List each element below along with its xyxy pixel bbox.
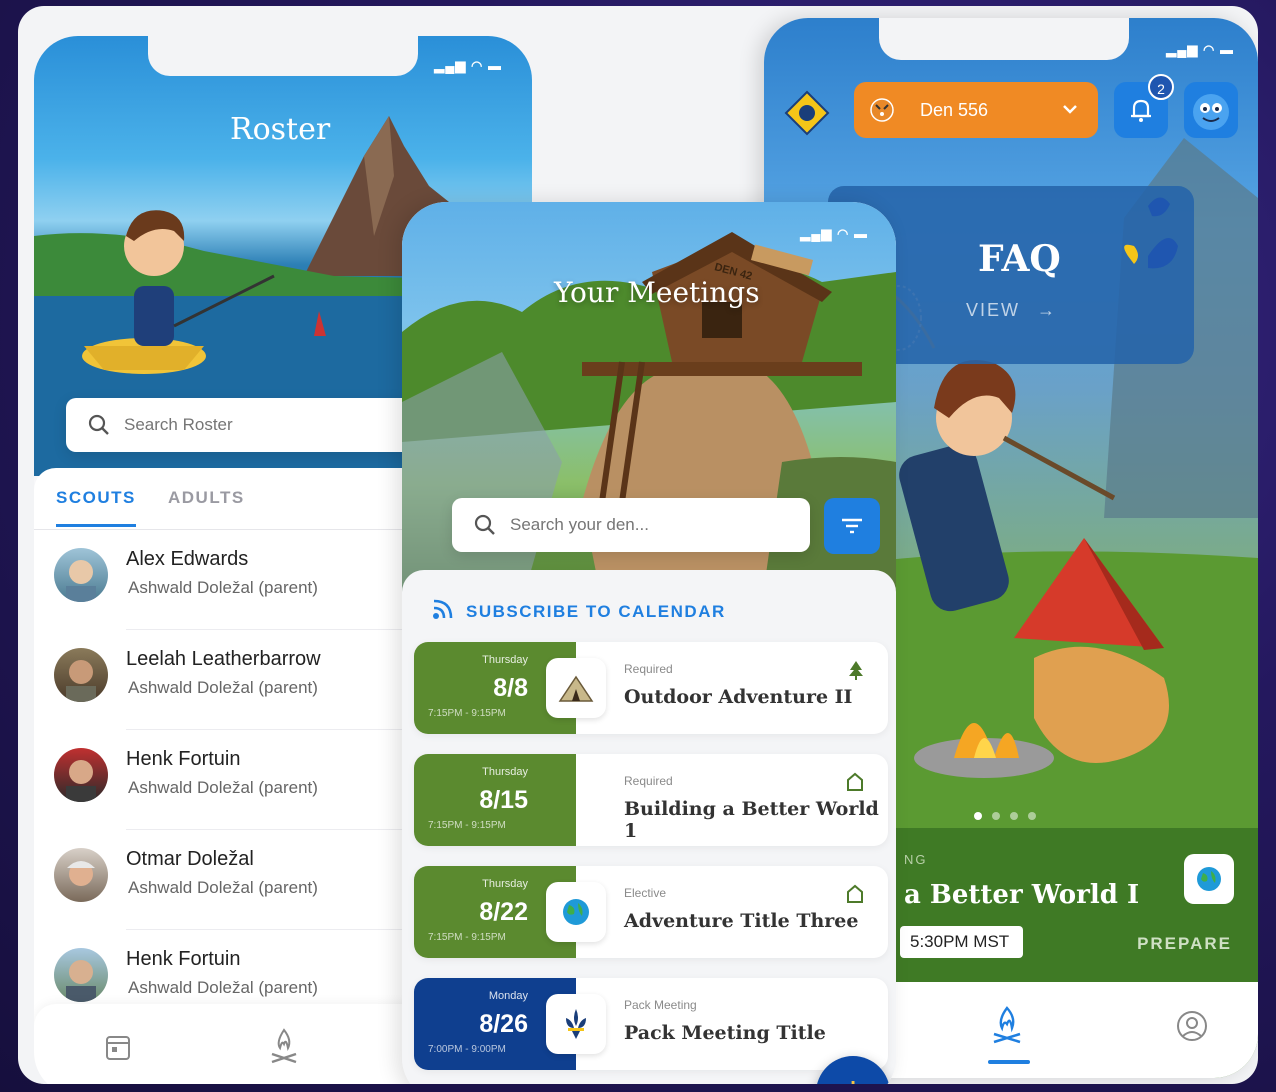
bottom-nav bbox=[864, 982, 1258, 1078]
meeting-weekday: Monday bbox=[488, 990, 528, 1002]
meeting-type: Elective bbox=[624, 886, 667, 900]
campfire-icon[interactable] bbox=[990, 1004, 1024, 1053]
page-title: Your Meetings bbox=[554, 276, 760, 309]
member-guardian: Ashwald Doležal (parent) bbox=[128, 678, 318, 697]
den-label: Den 556 bbox=[920, 99, 989, 120]
fleur-de-lis-icon bbox=[546, 994, 606, 1054]
meetings-search-bar[interactable] bbox=[452, 498, 810, 552]
meeting-date: 8/22 bbox=[479, 898, 528, 926]
meeting-time: 7:15PM - 9:15PM bbox=[428, 820, 506, 831]
meeting-type: Pack Meeting bbox=[624, 998, 697, 1012]
notification-count-badge: 2 bbox=[1148, 74, 1174, 100]
den-selector[interactable]: Den 556 bbox=[854, 82, 1098, 138]
home-outline-icon bbox=[846, 884, 864, 909]
meeting-weekday: Thursday bbox=[482, 878, 528, 890]
member-name: Alex Edwards bbox=[126, 548, 249, 570]
meeting-time: 7:15PM - 9:15PM bbox=[428, 932, 506, 943]
meeting-date: 8/15 bbox=[479, 786, 528, 814]
member-guardian: Ashwald Doležal (parent) bbox=[128, 778, 318, 797]
tree-icon bbox=[848, 660, 864, 685]
status-icons: ▂▄▆ ◠ ▬ bbox=[800, 226, 868, 241]
avatar bbox=[54, 848, 108, 902]
avatar bbox=[54, 648, 108, 702]
showcase-card: ▂▄▆ ◠ ▬ Roster SCOUTS ADULTS Alex Edward… bbox=[18, 6, 1258, 1084]
meetings-phone: DEN 42 ▂▄▆ ◠ ▬ Your Meetings SUBSCRIBE T… bbox=[402, 202, 896, 1084]
tent-icon bbox=[546, 658, 606, 718]
carousel-dot[interactable] bbox=[974, 812, 982, 820]
campfire-icon[interactable] bbox=[268, 1026, 300, 1071]
upcoming-label: NG bbox=[904, 852, 928, 867]
member-name: Leelah Leatherbarrow bbox=[126, 648, 321, 670]
meeting-time: 7:00PM - 9:00PM bbox=[428, 1044, 506, 1055]
globe-icon bbox=[546, 882, 606, 942]
meeting-card[interactable]: Thursday 8/22 7:15PM - 9:15PM Elective A… bbox=[414, 866, 888, 958]
globe-icon bbox=[1184, 854, 1234, 904]
pack-logo-icon[interactable] bbox=[784, 90, 830, 136]
status-icons: ▂▄▆ ◠ ▬ bbox=[1166, 42, 1234, 57]
meeting-type: Required bbox=[624, 774, 673, 788]
meeting-title: Outdoor Adventure II bbox=[624, 686, 853, 708]
upcoming-title: a Better World I bbox=[904, 880, 1140, 910]
tiger-icon bbox=[868, 96, 896, 124]
meeting-card[interactable]: Thursday 8/8 7:15PM - 9:15PM Required Ou… bbox=[414, 642, 888, 734]
meeting-title: Adventure Title Three bbox=[624, 910, 859, 932]
meeting-card[interactable]: Monday 8/26 7:00PM - 9:00PM Pack Meeting… bbox=[414, 978, 888, 1070]
subscribe-label: SUBSCRIBE TO CALENDAR bbox=[466, 601, 726, 621]
home-outline-icon bbox=[846, 772, 864, 797]
meeting-time: 7:15PM - 9:15PM bbox=[428, 708, 506, 719]
tab-adults[interactable]: ADULTS bbox=[168, 488, 245, 508]
avatar bbox=[54, 748, 108, 802]
meeting-weekday: Thursday bbox=[482, 654, 528, 666]
search-input[interactable] bbox=[510, 515, 810, 535]
member-name: Henk Fortuin bbox=[126, 748, 241, 770]
active-nav-indicator bbox=[988, 1060, 1030, 1064]
bell-icon bbox=[1129, 97, 1153, 128]
subscribe-calendar-link[interactable]: SUBSCRIBE TO CALENDAR bbox=[432, 598, 726, 625]
meeting-date: 8/26 bbox=[479, 1010, 528, 1038]
meeting-title: Building a Better World 1 bbox=[624, 798, 879, 842]
active-tab-indicator bbox=[56, 524, 136, 527]
notch bbox=[879, 18, 1129, 60]
prepare-button[interactable]: PREPARE bbox=[1137, 934, 1232, 954]
calendar-icon[interactable] bbox=[104, 1032, 132, 1067]
carousel-dot[interactable] bbox=[1010, 812, 1018, 820]
member-name: Otmar Doležal bbox=[126, 848, 254, 870]
meeting-card[interactable]: Thursday 8/15 7:15PM - 9:15PM Required B… bbox=[414, 754, 888, 846]
avatar bbox=[54, 948, 108, 1002]
meeting-date-block: Thursday 8/15 7:15PM - 9:15PM bbox=[414, 754, 576, 846]
member-guardian: Ashwald Doležal (parent) bbox=[128, 978, 318, 997]
search-icon bbox=[88, 414, 110, 436]
profile-avatar-button[interactable] bbox=[1184, 82, 1238, 138]
carousel-dot[interactable] bbox=[992, 812, 1000, 820]
chevron-down-icon bbox=[1062, 100, 1078, 121]
meeting-title: Pack Meeting Title bbox=[624, 1022, 826, 1044]
meetings-sheet: SUBSCRIBE TO CALENDAR Thursday 8/8 7:15P… bbox=[402, 570, 896, 1084]
meeting-type: Required bbox=[624, 662, 673, 676]
upcoming-time-badge: 5:30PM MST bbox=[900, 926, 1024, 958]
meeting-weekday: Thursday bbox=[482, 766, 528, 778]
carousel-dot[interactable] bbox=[1028, 812, 1036, 820]
avatar bbox=[54, 548, 108, 602]
meeting-date: 8/8 bbox=[493, 674, 528, 702]
member-name: Henk Fortuin bbox=[126, 948, 241, 970]
upcoming-meeting-card[interactable]: NG a Better World I 5:30PM MST PREPARE bbox=[864, 828, 1258, 988]
carousel-dots[interactable] bbox=[974, 812, 1036, 820]
member-guardian: Ashwald Doležal (parent) bbox=[128, 578, 318, 597]
filter-icon bbox=[840, 516, 864, 541]
mascot-avatar-icon bbox=[1193, 94, 1229, 130]
rss-icon bbox=[432, 598, 454, 625]
search-icon bbox=[474, 514, 496, 536]
tab-scouts[interactable]: SCOUTS bbox=[56, 488, 136, 508]
page-title: Roster bbox=[230, 112, 331, 147]
notch bbox=[148, 36, 418, 76]
status-icons: ▂▄▆ ◠ ▬ bbox=[434, 58, 502, 73]
filter-button[interactable] bbox=[824, 498, 880, 554]
account-icon[interactable] bbox=[1176, 1010, 1208, 1047]
member-guardian: Ashwald Doležal (parent) bbox=[128, 878, 318, 897]
plus-icon: + bbox=[841, 1069, 864, 1084]
